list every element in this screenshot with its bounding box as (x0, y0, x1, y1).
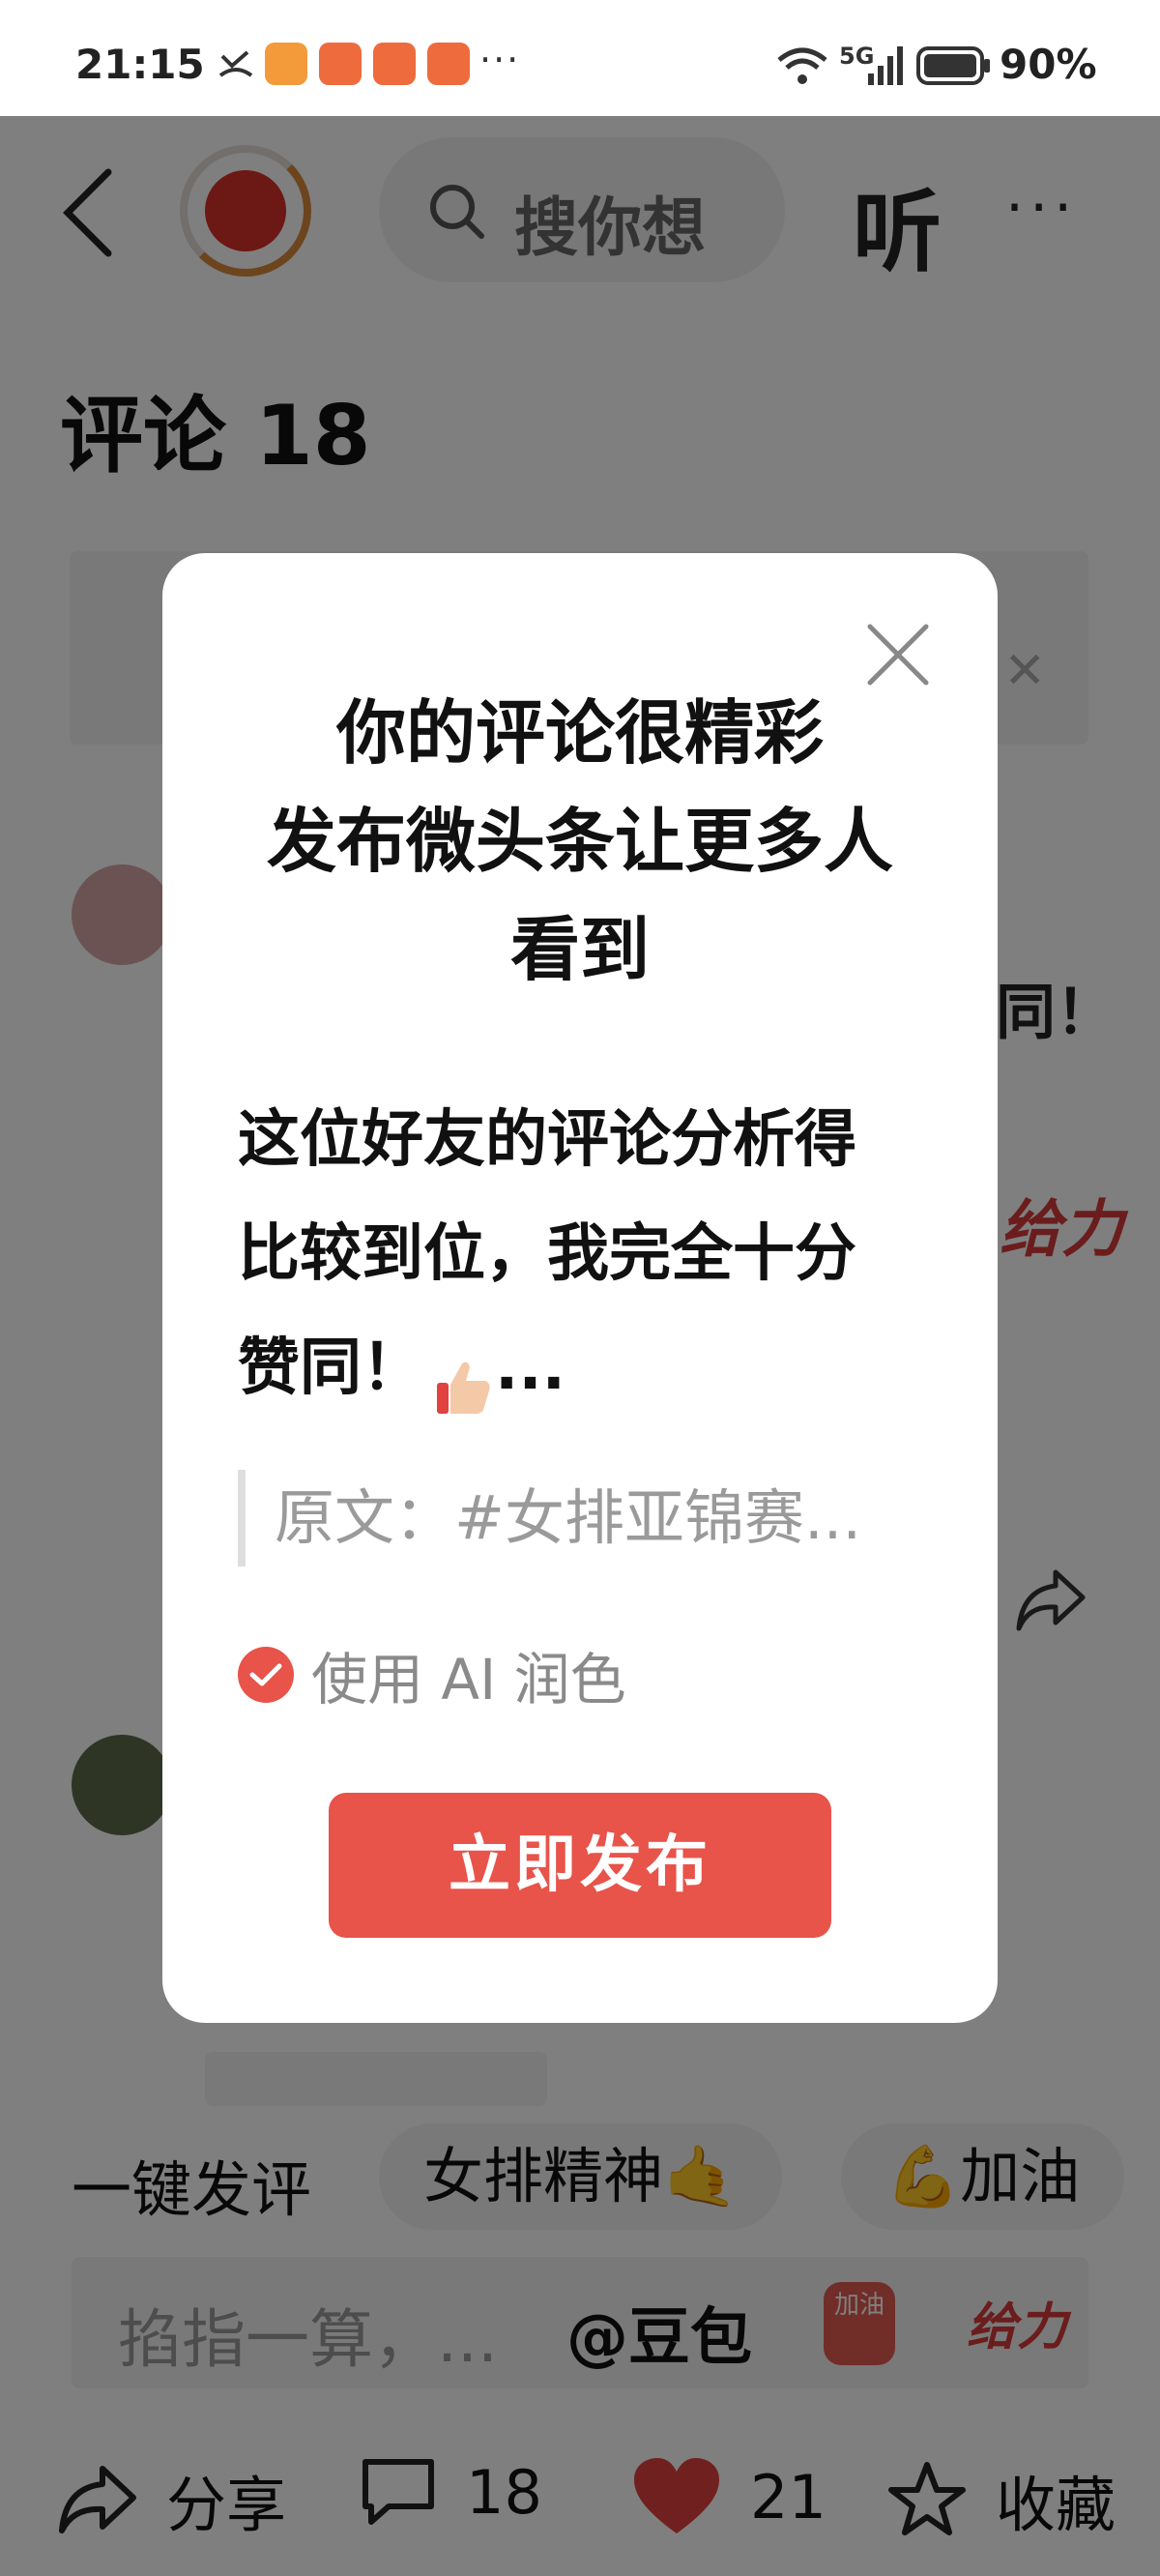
original-article-quote: 原文：#女排亚锦赛... (238, 1470, 905, 1566)
comment-preview-line1: 这位好友的评论分析得 (238, 1104, 856, 1176)
signal-icon (866, 44, 905, 91)
thumbs-up-icon (433, 1340, 495, 1415)
dialog-title-line3: 看到 (509, 909, 650, 990)
ai-polish-label: 使用 AI 润色 (311, 1647, 626, 1712)
wifi-icon (775, 44, 829, 91)
toutiao-app-icon-2 (373, 43, 416, 85)
dialog-title-line1: 你的评论很精彩 (335, 692, 824, 774)
status-more-icon: ··· (479, 39, 521, 81)
toutiao-app-icon (319, 43, 362, 85)
status-time: 21:15 (75, 41, 205, 88)
dialog-title-line2: 发布微头条让更多人 (266, 801, 893, 882)
dialog-title: 你的评论很精彩 发布微头条让更多人 看到 (162, 679, 998, 1004)
missed-call-icon (215, 43, 257, 85)
battery-icon (916, 46, 992, 89)
comment-preview-line3: 赞同！... (238, 1311, 934, 1425)
publish-weitoutiao-dialog: 你的评论很精彩 发布微头条让更多人 看到 这位好友的评论分析得 比较到位，我完全… (162, 553, 998, 2023)
comment-preview-text: 赞同！ (238, 1332, 423, 1404)
checkbox-checked-icon[interactable] (238, 1647, 294, 1703)
status-bar: 21:15 ··· 5G 90% (0, 0, 1160, 116)
battery-level: 90% (1000, 41, 1097, 88)
comment-preview-ellipsis: ... (495, 1332, 566, 1404)
ai-polish-toggle[interactable]: 使用 AI 润色 (238, 1634, 626, 1715)
health-app-icon (265, 43, 307, 85)
comment-preview-line2: 比较到位，我完全十分 (238, 1218, 856, 1290)
toutiao-app-icon-3 (427, 43, 470, 85)
comment-preview: 这位好友的评论分析得 比较到位，我完全十分 赞同！... (238, 1083, 934, 1425)
publish-now-button[interactable]: 立即发布 (329, 1793, 831, 1938)
